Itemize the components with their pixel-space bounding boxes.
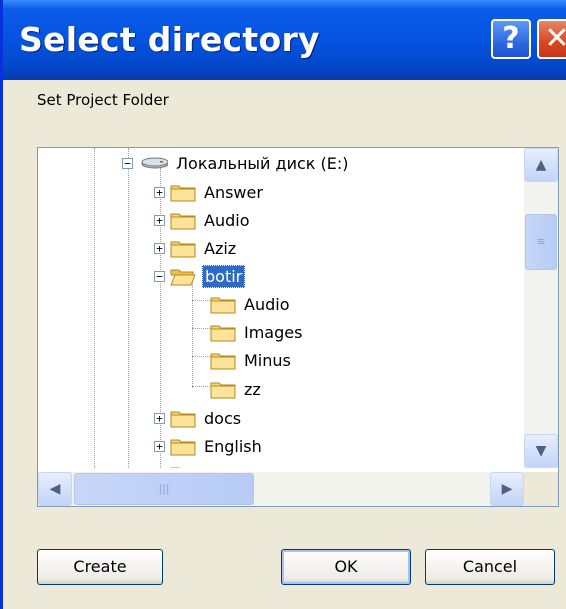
tree-folder-botir[interactable]: − botir bbox=[154, 263, 246, 289]
folder-icon bbox=[170, 439, 196, 456]
folder-icon bbox=[170, 411, 196, 428]
tree-folder-label: Audio bbox=[204, 210, 250, 230]
scrollbar-corner bbox=[524, 472, 558, 506]
help-button[interactable]: ? bbox=[491, 19, 531, 59]
folder-tree[interactable]: − Локальный диск (E:) + Answer + Audio +… bbox=[37, 147, 559, 507]
scroll-left-button[interactable]: ◀ bbox=[38, 472, 72, 506]
folder-icon bbox=[210, 325, 236, 342]
tree-folder-aziz[interactable]: + Aziz bbox=[154, 235, 238, 261]
ok-button[interactable]: OK bbox=[281, 549, 411, 585]
horizontal-scroll-thumb[interactable]: ||| bbox=[74, 473, 254, 505]
tree-guide-line bbox=[192, 328, 210, 329]
tree-folder-label: Aziz bbox=[204, 238, 237, 258]
tree-folder-label: docs bbox=[204, 408, 242, 428]
tree-folder-docs[interactable]: + docs bbox=[154, 405, 243, 431]
scroll-up-button[interactable]: ▲ bbox=[524, 148, 558, 182]
tree-folder-label: zz bbox=[244, 379, 261, 399]
cancel-button[interactable]: Cancel bbox=[425, 549, 555, 585]
tree-root-label: Локальный диск (E:) bbox=[176, 153, 349, 173]
tree-viewport: − Локальный диск (E:) + Answer + Audio +… bbox=[38, 148, 524, 468]
expand-icon[interactable]: + bbox=[154, 412, 165, 424]
title-bar[interactable]: Select directory ? ✕ bbox=[3, 0, 566, 80]
scroll-right-button[interactable]: ▶ bbox=[490, 472, 524, 506]
folder-icon bbox=[170, 185, 196, 202]
expand-icon[interactable]: + bbox=[154, 186, 165, 198]
tree-folder-answer[interactable]: + Answer bbox=[154, 179, 265, 205]
tree-subfolder-zz[interactable]: zz bbox=[210, 376, 263, 402]
horizontal-scrollbar[interactable]: ◀ ||| ▶ bbox=[38, 472, 524, 506]
folder-icon bbox=[170, 241, 196, 258]
hard-drive-icon bbox=[141, 157, 168, 169]
vertical-scroll-thumb[interactable]: ≡ bbox=[525, 214, 557, 270]
collapse-icon[interactable]: − bbox=[154, 270, 165, 282]
open-folder-icon bbox=[170, 269, 196, 286]
tree-guide-line bbox=[94, 148, 95, 468]
vertical-scrollbar[interactable]: ▲ ≡ ▼ bbox=[524, 148, 558, 468]
tree-folder-label-selected: botir bbox=[202, 264, 246, 288]
create-button[interactable]: Create bbox=[37, 549, 163, 585]
window-title: Select directory bbox=[19, 20, 320, 59]
tree-subfolder-minus[interactable]: Minus bbox=[210, 347, 293, 373]
tree-subfolder-audio[interactable]: Audio bbox=[210, 291, 291, 317]
tree-guide-line bbox=[192, 300, 210, 301]
tree-folder-label: English bbox=[204, 436, 262, 456]
tree-folder-english[interactable]: + English bbox=[154, 433, 264, 459]
folder-icon bbox=[170, 213, 196, 230]
folder-icon bbox=[210, 297, 236, 314]
tree-guide-line bbox=[128, 148, 129, 468]
tree-root-drive[interactable]: − Локальный диск (E:) bbox=[122, 150, 351, 176]
tree-folder-audio[interactable]: + Audio bbox=[154, 207, 251, 233]
folder-icon bbox=[210, 382, 236, 399]
folder-icon bbox=[170, 467, 180, 468]
tree-folder-label: Answer bbox=[204, 182, 263, 202]
tree-folder-label: Images bbox=[244, 322, 303, 342]
collapse-icon[interactable]: − bbox=[122, 157, 133, 169]
tree-folder-label: Minus bbox=[244, 350, 291, 370]
expand-icon[interactable]: + bbox=[154, 242, 165, 254]
tree-guide-line bbox=[192, 276, 193, 388]
tree-folder-label: Audio bbox=[244, 294, 290, 314]
tree-guide-line bbox=[192, 356, 210, 357]
tree-subfolder-images[interactable]: Images bbox=[210, 319, 304, 345]
close-button[interactable]: ✕ bbox=[537, 19, 566, 59]
tree-guide-line bbox=[192, 386, 210, 387]
expand-icon[interactable]: + bbox=[154, 214, 165, 226]
folder-icon bbox=[210, 353, 236, 370]
scroll-down-button[interactable]: ▼ bbox=[524, 434, 558, 468]
expand-icon[interactable]: + bbox=[154, 440, 165, 452]
dialog-subtitle: Set Project Folder bbox=[37, 91, 169, 109]
select-directory-dialog: Select directory ? ✕ Set Project Folder … bbox=[0, 0, 566, 609]
tree-folder-partial[interactable]: + bbox=[154, 461, 202, 468]
